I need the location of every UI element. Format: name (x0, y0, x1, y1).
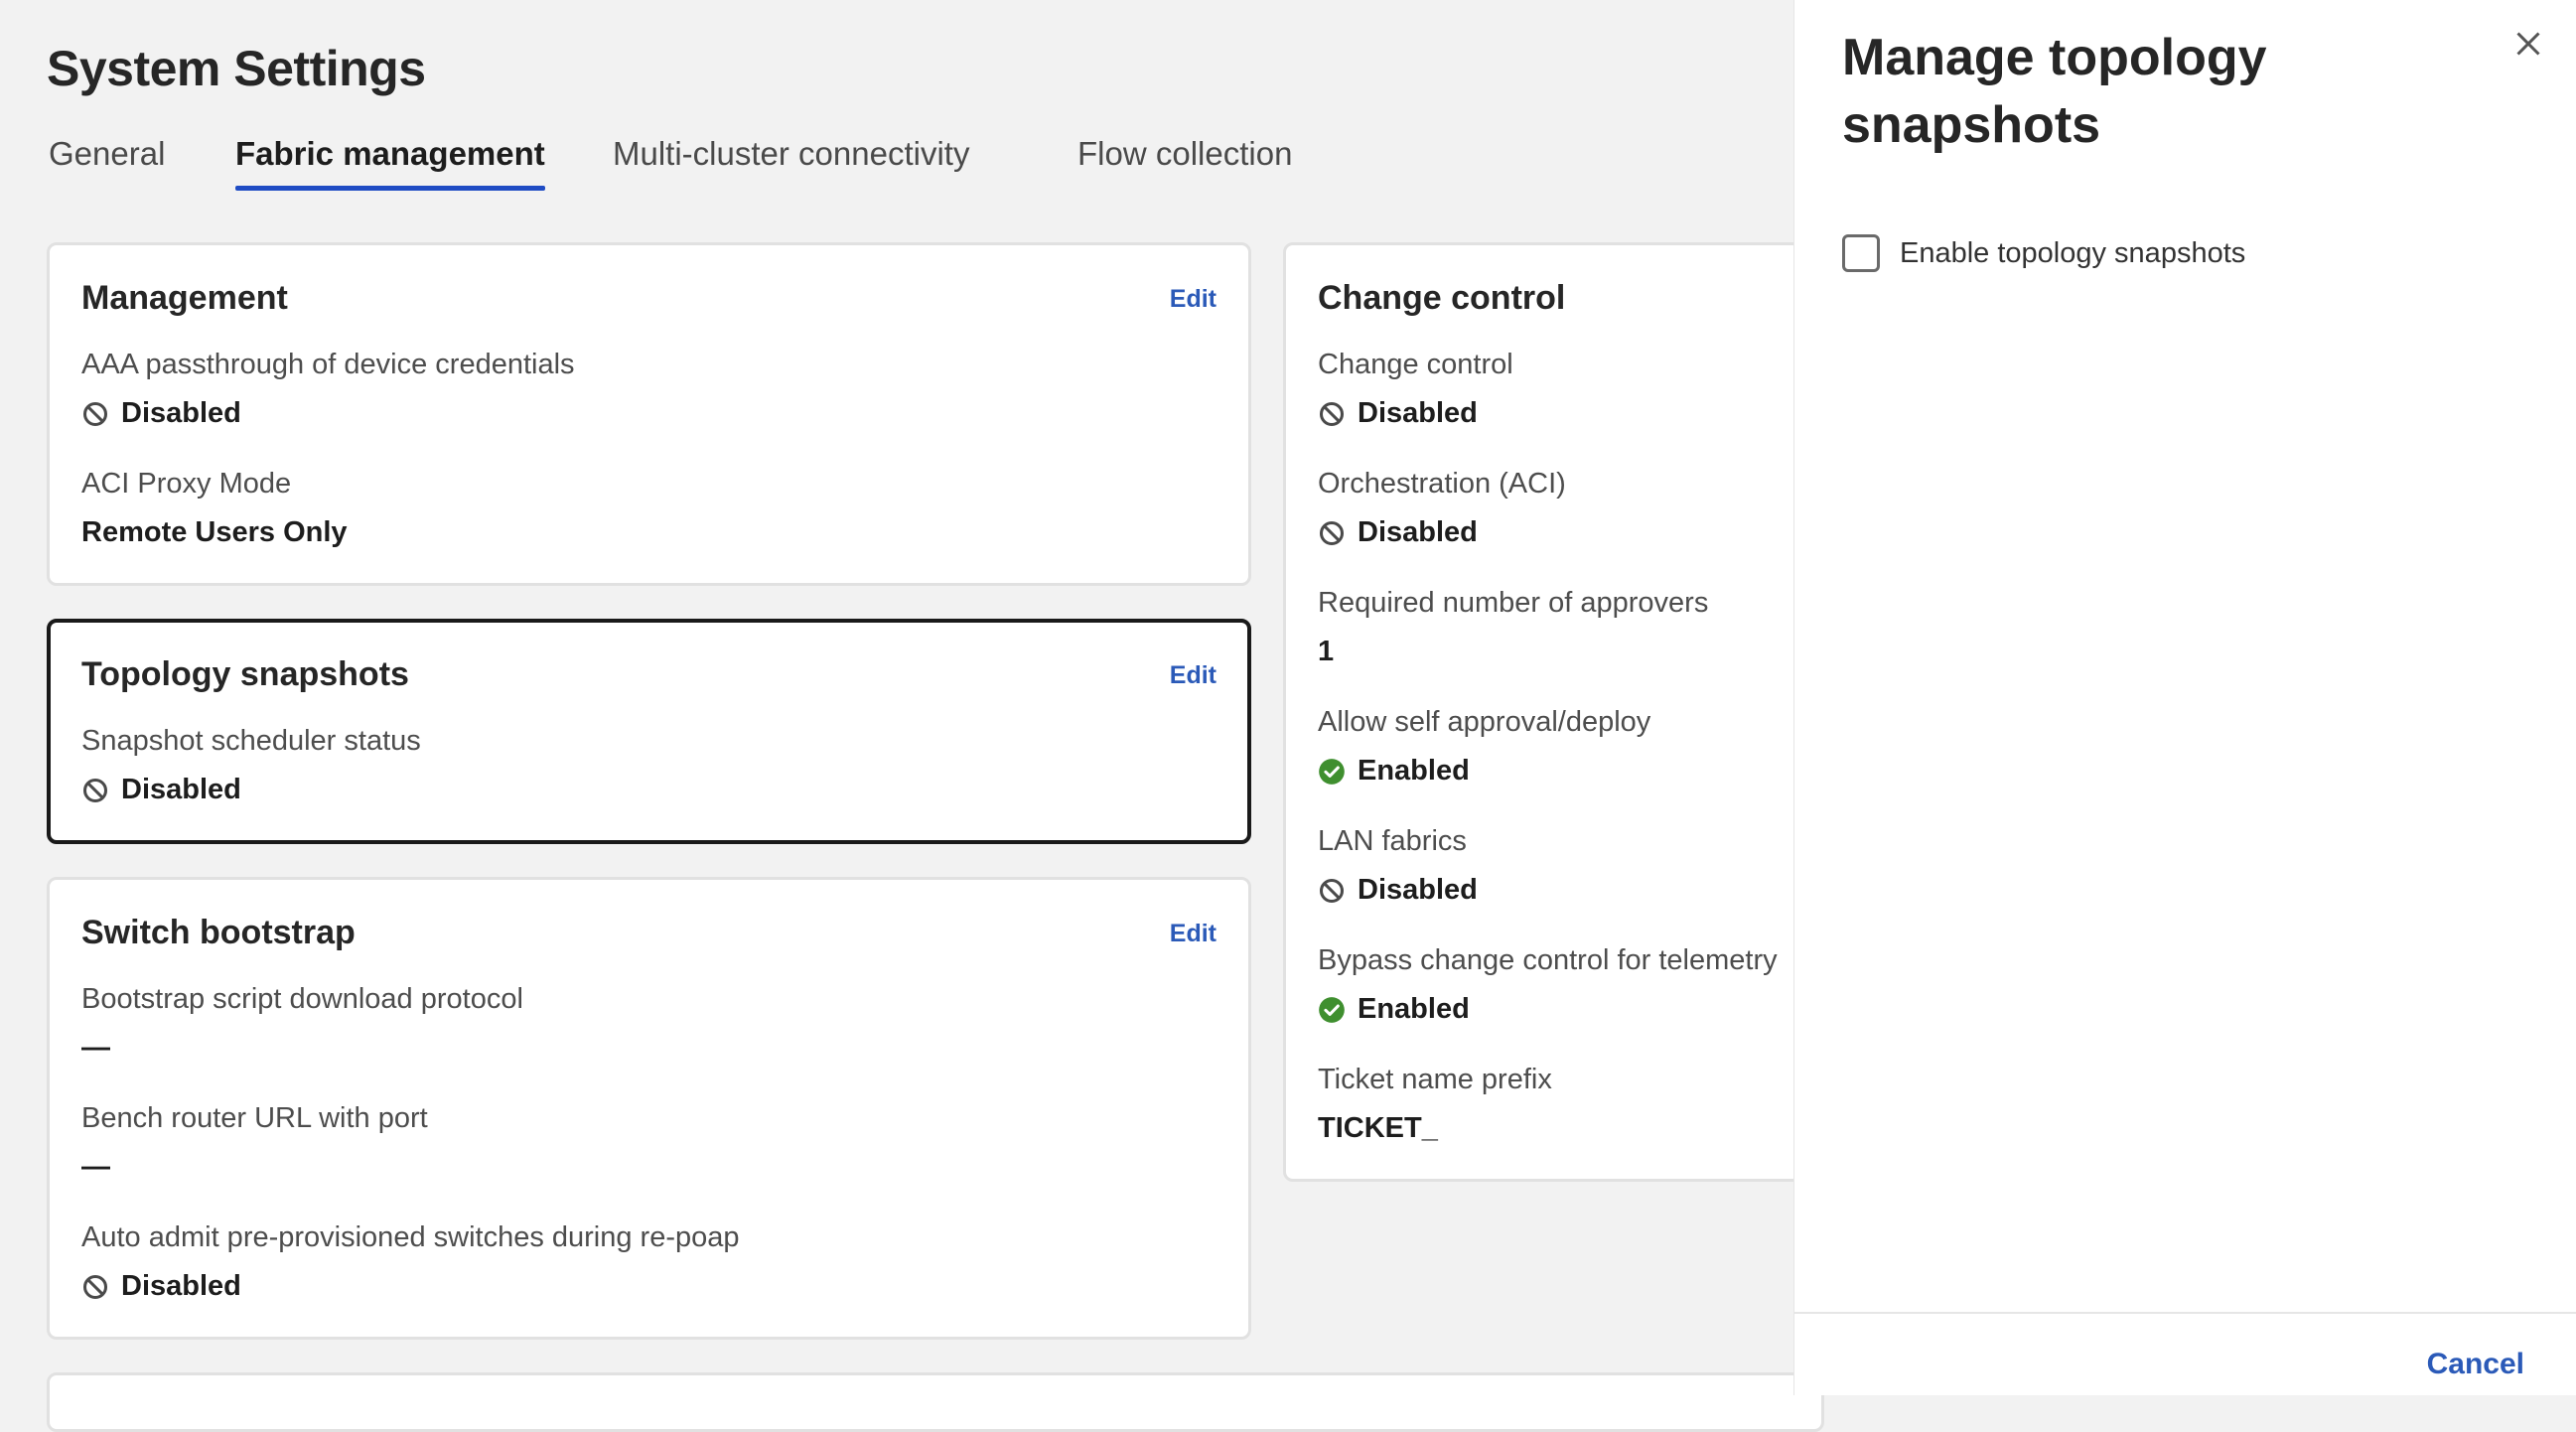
edit-bootstrap-button[interactable]: Edit (1170, 920, 1216, 948)
disabled-icon (82, 401, 108, 426)
checkbox-label: Enable topology snapshots (1900, 236, 2246, 269)
field-value: TICKET_ (1318, 1112, 1552, 1145)
close-icon[interactable] (2510, 26, 2546, 62)
status-text: Disabled (1358, 397, 1478, 429)
field-value: Disabled (81, 397, 575, 430)
field-aci-proxy-mode: ACI Proxy Mode Remote Users Only (81, 468, 348, 549)
management-card: Management Edit AAA passthrough of devic… (47, 242, 1251, 586)
field-label: LAN fabrics (1318, 825, 1467, 857)
field-label: Change control (1318, 349, 1513, 380)
switch-bootstrap-card: Switch bootstrap Edit Bootstrap script d… (47, 877, 1251, 1340)
value-text: — (81, 1032, 110, 1064)
field-lan-fabrics: LAN fabrics Disabled (1318, 825, 1478, 907)
field-label: ACI Proxy Mode (81, 468, 292, 500)
field-snapshot-scheduler-status: Snapshot scheduler status Disabled (81, 725, 421, 806)
card-title: Switch bootstrap (81, 914, 356, 951)
field-value: Disabled (81, 1270, 740, 1303)
next-card-partial (47, 1372, 1824, 1432)
field-required-approvers: Required number of approvers 1 (1318, 587, 1708, 668)
page-title: System Settings (47, 41, 426, 96)
system-settings-page: System Settings General Fabric managemen… (0, 0, 2576, 1432)
field-label: Snapshot scheduler status (81, 725, 421, 757)
disabled-icon (1319, 401, 1345, 426)
field-orchestration-aci: Orchestration (ACI) Disabled (1318, 468, 1566, 549)
field-bypass-telemetry: Bypass change control for telemetry Enab… (1318, 944, 1778, 1026)
field-label: Bench router URL with port (81, 1102, 428, 1134)
field-auto-admit: Auto admit pre-provisioned switches duri… (81, 1221, 740, 1303)
card-title: Topology snapshots (81, 655, 409, 693)
status-text: Disabled (1358, 874, 1478, 906)
disabled-icon (82, 1274, 108, 1299)
field-value: Disabled (1318, 516, 1566, 549)
enable-topology-snapshots-row[interactable]: Enable topology snapshots (1842, 234, 2245, 272)
enable-topology-snapshots-checkbox[interactable] (1842, 234, 1880, 272)
field-value: Enabled (1318, 755, 1650, 788)
tab-multi-cluster-connectivity[interactable]: Multi-cluster connectivity (613, 135, 969, 191)
status-text: Enabled (1358, 755, 1470, 787)
edit-management-button[interactable]: Edit (1170, 285, 1216, 314)
edit-topology-button[interactable]: Edit (1170, 661, 1216, 690)
disabled-icon (82, 778, 108, 802)
field-label: Required number of approvers (1318, 587, 1709, 619)
cancel-button[interactable]: Cancel (2427, 1348, 2524, 1381)
field-label: Bypass change control for telemetry (1318, 944, 1778, 976)
tab-flow-collection[interactable]: Flow collection (1077, 135, 1292, 191)
field-bench-router-url: Bench router URL with port — (81, 1102, 428, 1184)
field-label: Orchestration (ACI) (1318, 468, 1566, 500)
tab-general[interactable]: General (49, 135, 165, 191)
field-bootstrap-protocol: Bootstrap script download protocol — (81, 983, 523, 1065)
value-text: 1 (1318, 636, 1335, 667)
field-value: Remote Users Only (81, 516, 348, 549)
field-ticket-prefix: Ticket name prefix TICKET_ (1318, 1064, 1552, 1145)
value-text: TICKET_ (1318, 1112, 1438, 1144)
card-title: Management (81, 279, 288, 317)
field-value: — (81, 1151, 428, 1184)
change-control-card: Change control Change control Disabled O… (1283, 242, 1839, 1182)
value-text: — (81, 1151, 110, 1183)
field-value: Disabled (1318, 874, 1478, 907)
field-value: 1 (1318, 636, 1708, 668)
card-title: Change control (1318, 279, 1566, 317)
enabled-icon (1319, 996, 1345, 1023)
field-label: Allow self approval/deploy (1318, 706, 1651, 738)
field-label: Bootstrap script download protocol (81, 983, 523, 1015)
topology-snapshots-card[interactable]: Topology snapshots Edit Snapshot schedul… (47, 619, 1251, 844)
status-text: Enabled (1358, 993, 1470, 1025)
field-aaa-passthrough: AAA passthrough of device credentials Di… (81, 349, 575, 430)
status-text: Disabled (121, 774, 241, 805)
value-text: Remote Users Only (81, 516, 348, 548)
field-self-approval: Allow self approval/deploy Enabled (1318, 706, 1650, 788)
field-label: Ticket name prefix (1318, 1064, 1552, 1095)
field-value: — (81, 1032, 523, 1065)
status-text: Disabled (121, 397, 241, 429)
field-value: Enabled (1318, 993, 1778, 1026)
field-value: Disabled (1318, 397, 1513, 430)
field-label: AAA passthrough of device credentials (81, 349, 575, 380)
status-text: Disabled (121, 1270, 241, 1302)
field-label: Auto admit pre-provisioned switches duri… (81, 1221, 740, 1253)
panel-footer: Cancel (1794, 1312, 2576, 1395)
enabled-icon (1319, 758, 1345, 785)
manage-topology-snapshots-panel: Manage topology snapshots Enable topolog… (1793, 0, 2576, 1395)
field-change-control: Change control Disabled (1318, 349, 1513, 430)
tab-fabric-management[interactable]: Fabric management (235, 135, 545, 191)
status-text: Disabled (1358, 516, 1478, 548)
field-value: Disabled (81, 774, 421, 806)
disabled-icon (1319, 878, 1345, 903)
disabled-icon (1319, 520, 1345, 545)
panel-title: Manage topology snapshots (1842, 29, 2267, 154)
